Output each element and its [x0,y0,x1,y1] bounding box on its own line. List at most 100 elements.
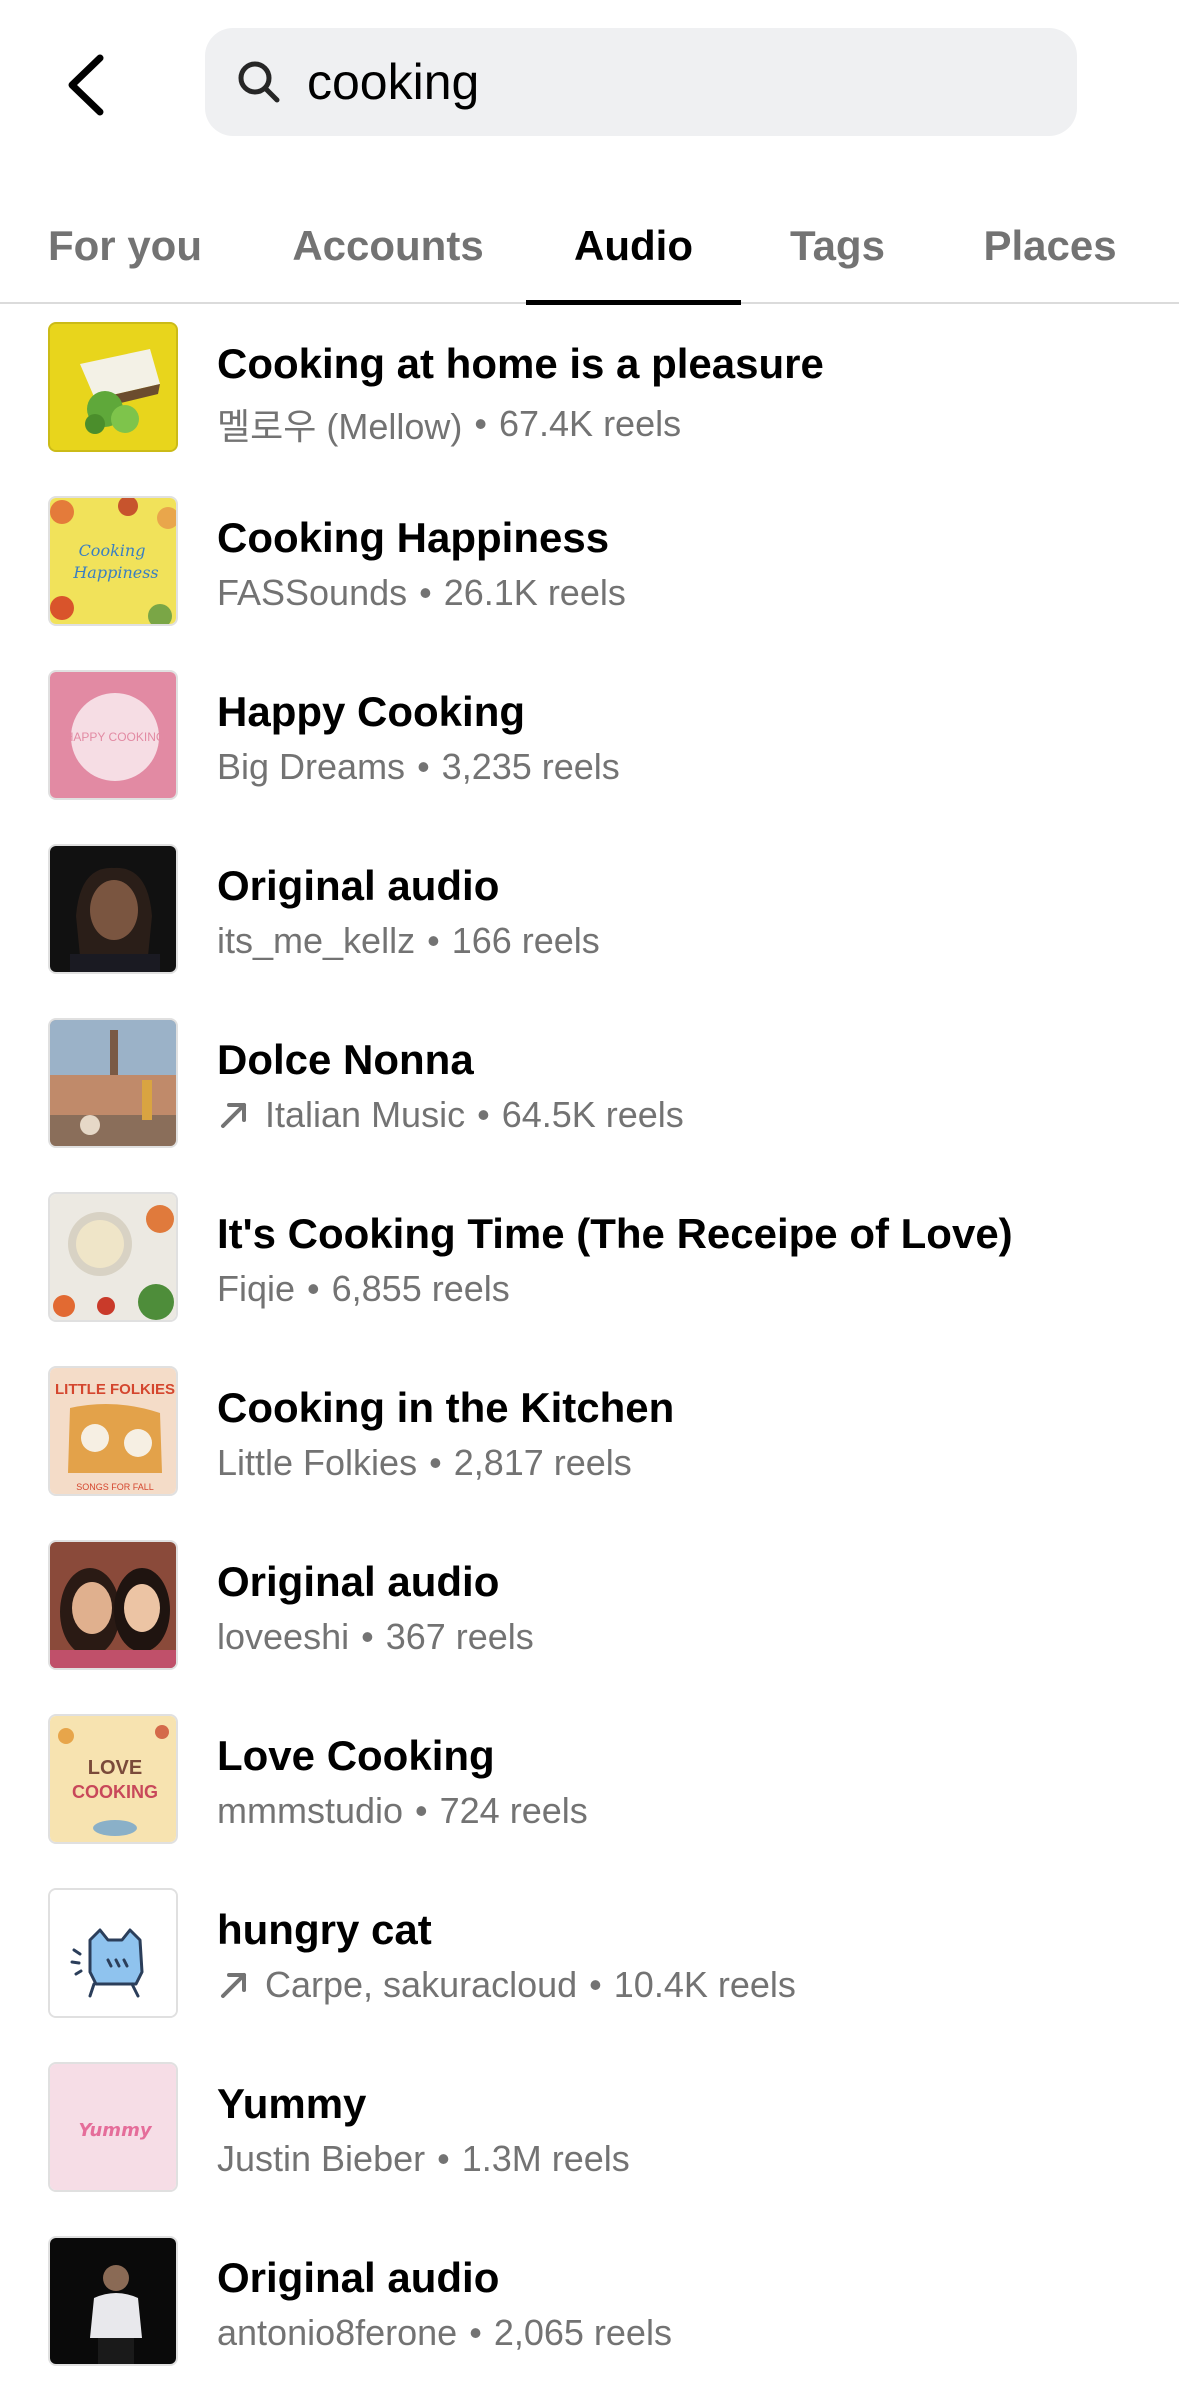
reel-count: 3,235 reels [441,746,620,787]
audio-title: Cooking in the Kitchen [217,1384,675,1431]
svg-text:LOVE: LOVE [88,1757,142,1779]
artist-name: loveeshi [217,1616,350,1657]
audio-title: It's Cooking Time (The Receipe of Love) [217,1210,1013,1257]
album-cover: LOVE COOKING [48,1714,178,1844]
audio-result-item[interactable]: Original audio its_me_kellz • 166 reels [0,826,1179,1000]
audio-results-list: Cooking at home is a pleasure 멜로우 (Mello… [0,304,1179,2392]
audio-meta: Carpe, sakuracloud • 10.4K reels [217,1964,796,2006]
tab-audio[interactable]: Audio [526,190,741,302]
album-cover: HAPPY COOKING [48,670,178,800]
separator: • [429,1442,442,1483]
audio-meta: Italian Music • 64.5K reels [217,1094,684,1136]
separator: • [427,920,440,961]
artist-name: Little Folkies [217,1442,418,1483]
header [0,0,1179,190]
artist-name: antonio8ferone [217,2312,458,2353]
chevron-left-icon [68,54,104,116]
reel-count: 367 reels [385,1616,534,1657]
audio-title: Cooking Happiness [217,514,610,561]
audio-result-item[interactable]: Yummy Yummy Justin Bieber • 1.3M reels [0,2044,1179,2218]
audio-meta: Big Dreams • 3,235 reels [217,746,620,788]
svg-text:HAPPY COOKING: HAPPY COOKING [65,730,165,744]
reel-count: 6,855 reels [331,1268,510,1309]
svg-text:LITTLE FOLKIES: LITTLE FOLKIES [55,1381,175,1398]
svg-text:COOKING: COOKING [72,1782,158,1802]
artist-name: its_me_kellz [217,920,416,961]
audio-result-item[interactable]: LOVE COOKING Love Cooking mmmstudio • 72… [0,1696,1179,1870]
audio-result-item[interactable]: Original audio loveeshi • 367 reels [0,1522,1179,1696]
separator: • [474,403,487,444]
separator: • [437,2138,450,2179]
artist-name: Italian Music [265,1094,466,1135]
search-icon [231,54,287,110]
audio-title: hungry cat [217,1906,432,1953]
artist-name: Fiqie [217,1268,296,1309]
tab-accounts[interactable]: Accounts [272,190,504,302]
separator: • [477,1094,490,1135]
avatar [48,1540,178,1670]
audio-meta: loveeshi • 367 reels [217,1616,534,1658]
audio-title: Original audio [217,2254,500,2301]
separator: • [361,1616,374,1657]
separator: • [469,2312,482,2353]
reel-count: 724 reels [439,1790,588,1831]
album-cover [48,1018,178,1148]
tab-tags[interactable]: Tags [770,190,905,302]
svg-text:SONGS FOR FALL: SONGS FOR FALL [76,1482,154,1492]
separator: • [417,746,430,787]
audio-title: Original audio [217,1558,500,1605]
album-cover [48,322,178,452]
audio-meta: antonio8ferone • 2,065 reels [217,2312,672,2354]
audio-title: Happy Cooking [217,688,526,735]
audio-meta: its_me_kellz • 166 reels [217,920,600,962]
search-input[interactable] [307,53,1047,111]
audio-result-item[interactable]: Cooking at home is a pleasure 멜로우 (Mello… [0,304,1179,478]
audio-result-item[interactable]: Cooking Happiness Cooking Happiness FASS… [0,478,1179,652]
audio-title: Cooking at home is a pleasure [217,340,824,387]
svg-text:Happiness: Happiness [72,563,158,582]
audio-meta: FASSounds • 26.1K reels [217,572,626,614]
audio-title: Dolce Nonna [217,1036,474,1083]
reel-count: 26.1K reels [443,572,626,613]
reel-count: 10.4K reels [613,1964,796,2005]
artist-name: Big Dreams [217,746,406,787]
reel-count: 1.3M reels [461,2138,630,2179]
audio-title: Original audio [217,862,500,909]
audio-result-item[interactable]: HAPPY COOKING Happy Cooking Big Dreams •… [0,652,1179,826]
avatar [48,2236,178,2366]
album-cover: Yummy [48,2062,178,2192]
album-cover [48,1192,178,1322]
reel-count: 67.4K reels [498,403,682,444]
back-button[interactable] [40,40,130,130]
trending-arrow-icon [217,1968,251,2002]
audio-result-item[interactable]: It's Cooking Time (The Receipe of Love) … [0,1174,1179,1348]
audio-meta: Fiqie • 6,855 reels [217,1268,510,1310]
artist-name: 멜로우 (Mellow) [217,406,463,447]
artist-name: FASSounds [217,572,408,613]
artist-name: Justin Bieber [217,2138,426,2179]
separator: • [419,572,432,613]
trending-arrow-icon [217,1098,251,1132]
album-cover: LITTLE FOLKIES SONGS FOR FALL [48,1366,178,1496]
audio-title: Love Cooking [217,1732,495,1779]
audio-result-item[interactable]: LITTLE FOLKIES SONGS FOR FALL Cooking in… [0,1348,1179,1522]
reel-count: 166 reels [451,920,600,961]
audio-meta: Little Folkies • 2,817 reels [217,1442,632,1484]
reel-count: 2,065 reels [493,2312,672,2353]
tab-for-you[interactable]: For you [30,190,220,302]
search-bar[interactable] [205,28,1077,136]
audio-meta: Justin Bieber • 1.3M reels [217,2138,630,2180]
artist-name: mmmstudio [217,1790,404,1831]
artist-name: Carpe, sakuracloud [265,1964,578,2005]
audio-result-item[interactable]: Dolce Nonna Italian Music • 64.5K reels [0,1000,1179,1174]
album-cover: Cooking Happiness [48,496,178,626]
audio-meta: 멜로우 (Mellow) • 67.4K reels [217,398,681,450]
separator: • [307,1268,320,1309]
album-cover [48,1888,178,2018]
tab-bar: For you Accounts Audio Tags Places [0,190,1179,305]
svg-text:Cooking: Cooking [79,541,146,560]
reel-count: 64.5K reels [501,1094,684,1135]
audio-result-item[interactable]: hungry cat Carpe, sakuracloud • 10.4K re… [0,1870,1179,2044]
tab-places[interactable]: Places [960,190,1140,302]
audio-result-item[interactable]: Original audio antonio8ferone • 2,065 re… [0,2218,1179,2392]
